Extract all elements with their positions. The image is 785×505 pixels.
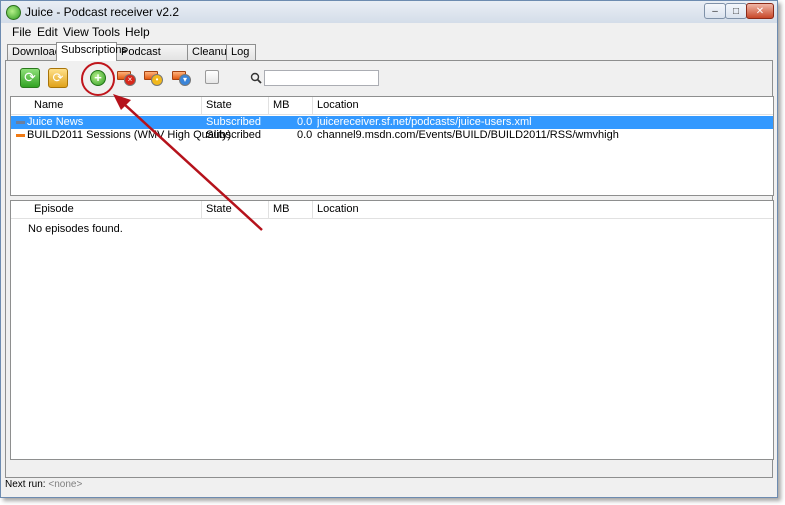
row-mb: 0.0: [297, 116, 313, 128]
column-location[interactable]: Location: [313, 97, 773, 114]
menu-file[interactable]: File: [12, 25, 31, 39]
table-row[interactable]: BUILD2011 Sessions (WMV High Quality) Su…: [11, 129, 773, 142]
title-bar: Juice - Podcast receiver v2.2 – □ ✕: [1, 1, 777, 24]
column-state[interactable]: State: [202, 97, 269, 114]
row-state: Subscribed: [206, 116, 262, 128]
column-state[interactable]: State: [202, 201, 269, 218]
tab-downloads[interactable]: Downloads: [7, 44, 66, 60]
maximize-button[interactable]: □: [725, 3, 747, 19]
menu-tools[interactable]: Tools: [92, 25, 120, 39]
properties-badge-icon: •: [151, 74, 163, 86]
search-icon: [250, 72, 262, 84]
main-window: Juice - Podcast receiver v2.2 – □ ✕ File…: [0, 0, 778, 498]
next-run-value: <none>: [48, 479, 83, 490]
tab-log[interactable]: Log: [226, 44, 256, 60]
subscriptions-header: Name State MB Location: [11, 97, 773, 115]
subscriptions-panel: ⟳ ⟳ + × • ▾ Name State MB Location Juice…: [5, 60, 774, 478]
empty-message: No episodes found.: [28, 223, 123, 235]
table-row[interactable]: Juice News Subscribed 0.0 juicereceiver.…: [11, 116, 773, 129]
column-location[interactable]: Location: [313, 201, 773, 218]
update-badge-icon: ▾: [179, 74, 191, 86]
check-all-icon[interactable]: ⟳: [20, 68, 40, 88]
menu-bar: File Edit View Tools Help: [1, 23, 777, 41]
window-title: Juice - Podcast receiver v2.2: [25, 5, 180, 19]
subscriptions-table: Name State MB Location Juice News Subscr…: [10, 96, 774, 196]
menu-view[interactable]: View: [63, 25, 89, 39]
row-location: juicereceiver.sf.net/podcasts/juice-user…: [317, 116, 532, 128]
column-mb[interactable]: MB: [269, 201, 313, 218]
update-feed-icon[interactable]: ▾: [172, 71, 191, 86]
minimize-button[interactable]: –: [704, 3, 726, 19]
row-location: channel9.msdn.com/Events/BUILD/BUILD2011…: [317, 129, 619, 141]
column-name[interactable]: Name: [11, 97, 202, 114]
search-input[interactable]: [264, 70, 379, 86]
column-episode[interactable]: Episode: [11, 201, 202, 218]
feed-properties-icon[interactable]: •: [144, 71, 163, 86]
row-mb: 0.0: [297, 129, 313, 141]
menu-edit[interactable]: Edit: [37, 25, 58, 39]
episodes-table: Episode State MB Location No episodes fo…: [10, 200, 774, 460]
status-bar: Next run: <none>: [5, 479, 82, 490]
menu-help[interactable]: Help: [125, 25, 150, 39]
column-mb[interactable]: MB: [269, 97, 313, 114]
annotation-circle: [81, 62, 115, 96]
episodes-header: Episode State MB Location: [11, 201, 773, 219]
feed-icon: [16, 121, 25, 124]
row-state: Subscribed: [206, 129, 262, 141]
row-name: Juice News: [27, 116, 84, 128]
tab-subscriptions[interactable]: Subscriptions: [56, 42, 127, 61]
row-name: BUILD2011 Sessions (WMV High Quality): [27, 129, 231, 141]
tab-cleanup[interactable]: Cleanup: [187, 44, 233, 60]
close-button[interactable]: ✕: [746, 3, 774, 19]
juice-app-icon: [6, 5, 21, 20]
check-selected-icon[interactable]: ⟳: [48, 68, 68, 88]
next-run-label: Next run:: [5, 479, 46, 490]
delete-badge-icon: ×: [124, 74, 136, 86]
scheduler-icon[interactable]: [205, 70, 219, 84]
feed-icon: [16, 134, 25, 137]
toolbar: ⟳ ⟳ + × • ▾: [6, 61, 772, 95]
delete-feed-icon[interactable]: ×: [117, 71, 136, 86]
